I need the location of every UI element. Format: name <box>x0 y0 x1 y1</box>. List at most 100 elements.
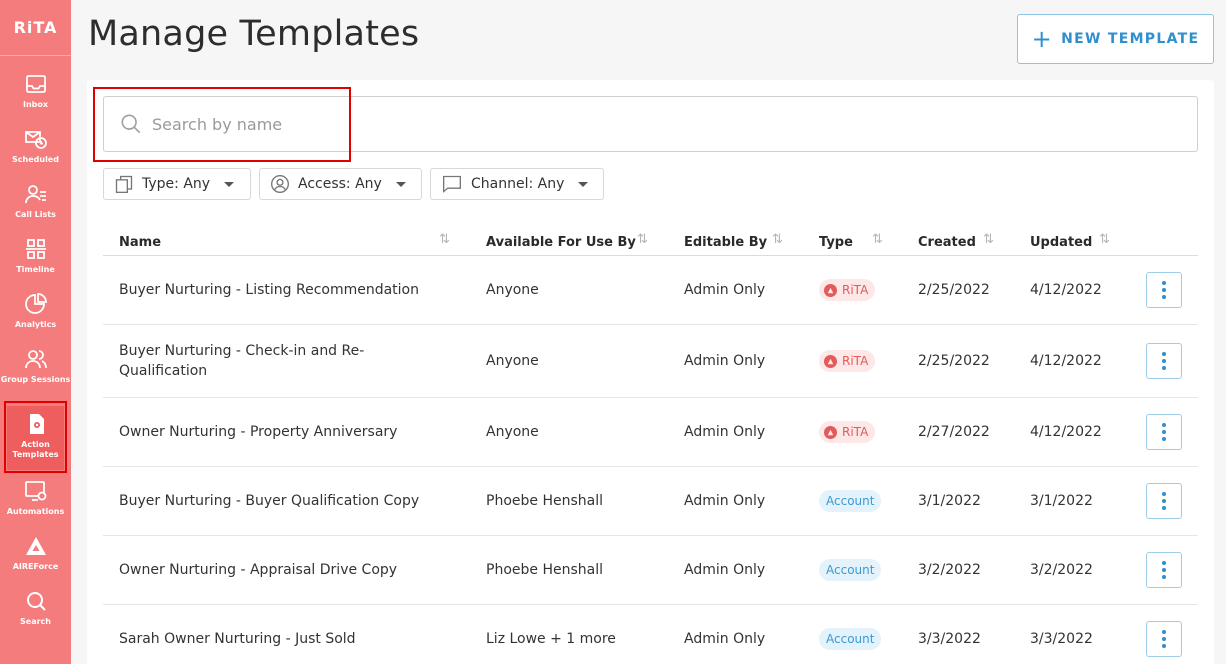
copy-icon <box>115 175 133 193</box>
editable-by: Admin Only <box>684 424 766 440</box>
sidebar-item-label: Call Lists <box>15 210 56 219</box>
template-name[interactable]: Owner Nurturing - Appraisal Drive Copy <box>119 560 397 580</box>
template-name[interactable]: Buyer Nurturing - Buyer Qualification Co… <box>119 491 419 511</box>
available-for: Anyone <box>486 282 539 298</box>
sidebar-item-aireforce[interactable]: AIREForce <box>0 528 71 583</box>
type-label: RiTA <box>842 425 869 439</box>
sort-icon[interactable]: ⇅ <box>1099 232 1110 247</box>
automations-icon <box>24 481 46 501</box>
column-header-available[interactable]: Available For Use By <box>486 232 636 252</box>
new-template-button[interactable]: + NEW TEMPLATE <box>1017 14 1214 64</box>
access-filter[interactable]: Access: Any <box>259 168 422 200</box>
chevron-down-icon <box>224 181 235 187</box>
sort-icon[interactable]: ⇅ <box>872 232 883 247</box>
more-options-button[interactable] <box>1146 621 1182 657</box>
group-sessions-icon <box>24 350 47 369</box>
access-filter-label: Access: Any <box>298 176 382 192</box>
type-label: RiTA <box>842 283 869 297</box>
template-name[interactable]: Owner Nurturing - Property Anniversary <box>119 422 397 442</box>
editable-by: Admin Only <box>684 562 766 578</box>
sidebar-item-analytics[interactable]: Analytics <box>0 286 71 341</box>
sidebar-item-timeline[interactable]: Timeline <box>0 231 71 286</box>
editable-by: Admin Only <box>684 353 766 369</box>
more-options-button[interactable] <box>1146 414 1182 450</box>
created-date: 3/2/2022 <box>918 562 981 578</box>
call-lists-icon <box>24 185 46 204</box>
template-name[interactable]: Buyer Nurturing - Check-in and Re-Qualif… <box>119 341 409 381</box>
more-options-button[interactable] <box>1146 483 1182 519</box>
updated-date: 3/2/2022 <box>1030 562 1093 578</box>
table-row[interactable]: Owner Nurturing - Property Anniversary A… <box>103 398 1198 467</box>
rita-logo-icon <box>824 283 837 297</box>
more-options-button[interactable] <box>1146 272 1182 308</box>
table-row[interactable]: Buyer Nurturing - Buyer Qualification Co… <box>103 467 1198 536</box>
search-icon <box>26 592 46 611</box>
created-date: 2/25/2022 <box>918 282 990 298</box>
sidebar-item-label: Analytics <box>14 320 57 329</box>
more-options-button[interactable] <box>1146 552 1182 588</box>
sidebar-item-action-templates[interactable]: Action Templates <box>7 406 64 470</box>
sidebar-item-call-lists[interactable]: Call Lists <box>0 176 71 231</box>
chevron-down-icon <box>395 181 406 187</box>
table-row[interactable]: Buyer Nurturing - Listing Recommendation… <box>103 256 1198 325</box>
type-badge-account: Account <box>819 628 882 650</box>
sidebar-item-scheduled[interactable]: Scheduled <box>0 121 71 176</box>
sidebar-item-label: Inbox <box>22 100 49 109</box>
template-name[interactable]: Sarah Owner Nurturing - Just Sold <box>119 629 356 649</box>
column-header-created[interactable]: Created <box>918 232 976 252</box>
editable-by: Admin Only <box>684 282 766 298</box>
sidebar-item-label: Group Sessions <box>0 375 71 384</box>
sort-icon[interactable]: ⇅ <box>637 232 648 247</box>
column-header-updated[interactable]: Updated <box>1030 232 1092 252</box>
search-input[interactable] <box>152 114 552 134</box>
aireforce-icon <box>25 537 46 555</box>
sidebar-item-label: Automations <box>6 507 65 516</box>
template-name[interactable]: Buyer Nurturing - Listing Recommendation <box>119 280 419 300</box>
search-icon <box>121 114 141 134</box>
type-filter[interactable]: Type: Any <box>103 168 251 200</box>
updated-date: 3/1/2022 <box>1030 493 1093 509</box>
sort-icon[interactable]: ⇅ <box>983 232 994 247</box>
created-date: 3/1/2022 <box>918 493 981 509</box>
sidebar-item-label: Search <box>20 617 51 626</box>
type-label: RiTA <box>842 354 869 368</box>
column-header-type[interactable]: Type <box>819 232 853 252</box>
table-row[interactable]: Owner Nurturing - Appraisal Drive Copy P… <box>103 536 1198 605</box>
column-header-editable[interactable]: Editable By <box>684 232 767 252</box>
type-badge-rita: RiTA <box>819 350 876 372</box>
table-row[interactable]: Buyer Nurturing - Check-in and Re-Qualif… <box>103 325 1198 398</box>
sort-icon[interactable]: ⇅ <box>772 232 783 247</box>
more-options-button[interactable] <box>1146 343 1182 379</box>
sidebar-item-inbox[interactable]: Inbox <box>0 66 71 121</box>
sort-icon[interactable]: ⇅ <box>439 232 450 247</box>
sidebar-item-label: Scheduled <box>12 155 59 164</box>
rita-logo-icon <box>824 425 837 439</box>
sidebar-item-group-sessions[interactable]: Group Sessions <box>0 341 71 403</box>
rita-logo-icon <box>824 354 837 368</box>
sidebar-item-search[interactable]: Search <box>0 583 71 638</box>
sidebar: RiTA Inbox Scheduled Call Lists Timeline… <box>0 0 71 664</box>
new-template-label: NEW TEMPLATE <box>1061 31 1200 47</box>
channel-filter-label: Channel: Any <box>471 176 565 192</box>
chevron-down-icon <box>578 181 589 187</box>
editable-by: Admin Only <box>684 493 766 509</box>
sidebar-item-label: Timeline <box>16 265 55 274</box>
available-for: Phoebe Henshall <box>486 562 603 578</box>
type-filter-label: Type: Any <box>142 176 211 192</box>
channel-filter[interactable]: Channel: Any <box>430 168 604 200</box>
sidebar-item-automations[interactable]: Automations <box>0 473 71 528</box>
created-date: 3/3/2022 <box>918 631 981 647</box>
type-badge-rita: RiTA <box>819 279 876 301</box>
table-row[interactable]: Sarah Owner Nurturing - Just Sold Liz Lo… <box>103 605 1198 664</box>
analytics-icon <box>24 293 47 314</box>
chat-bubble-icon <box>443 175 461 193</box>
updated-date: 3/3/2022 <box>1030 631 1093 647</box>
app-logo[interactable]: RiTA <box>0 0 71 56</box>
editable-by: Admin Only <box>684 631 766 647</box>
sidebar-item-label: Action Templates <box>12 440 59 459</box>
search-box[interactable] <box>103 96 1198 152</box>
created-date: 2/25/2022 <box>918 353 990 369</box>
inbox-icon <box>25 75 46 93</box>
column-header-name[interactable]: Name <box>119 232 161 252</box>
type-badge-rita: RiTA <box>819 421 876 443</box>
